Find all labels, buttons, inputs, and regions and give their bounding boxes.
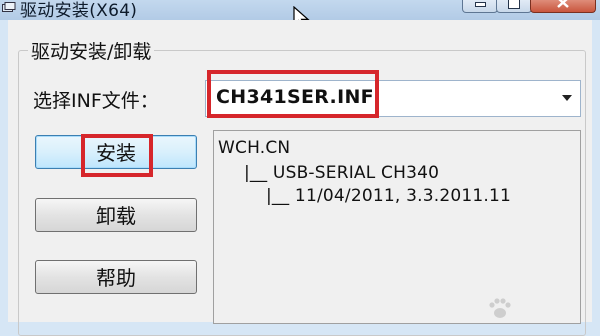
app-icon [2,2,16,12]
highlight-box-inf [207,70,379,118]
maximize-button[interactable] [496,0,532,13]
group-caption: 驱动安装/卸载 [28,37,155,64]
inf-file-label: 选择INF文件： [33,90,159,112]
info-line-vendor: WCH.CN [218,138,291,158]
highlight-box-install [81,134,153,177]
close-icon [557,0,569,8]
dialog-body: 驱动安装/卸载 选择INF文件： CH341SER.INF 安装 卸载 帮助 W… [8,20,592,336]
minimize-button[interactable] [462,0,498,13]
uninstall-button[interactable]: 卸载 [35,198,197,232]
minimize-icon [475,2,486,7]
maximize-icon [508,0,520,9]
help-button[interactable]: 帮助 [35,260,197,294]
info-line-version: |__ 11/04/2011, 3.3.2011.11 [266,186,512,206]
chevron-down-icon[interactable] [562,95,572,101]
close-button[interactable] [530,0,596,13]
info-line-device: |__ USB-SERIAL CH340 [244,163,440,183]
watermark-paw-icon [489,298,511,318]
driver-info-panel: WCH.CN |__ USB-SERIAL CH340 |__ 11/04/20… [213,130,581,324]
window-title: 驱动安装(X64) [20,1,138,21]
